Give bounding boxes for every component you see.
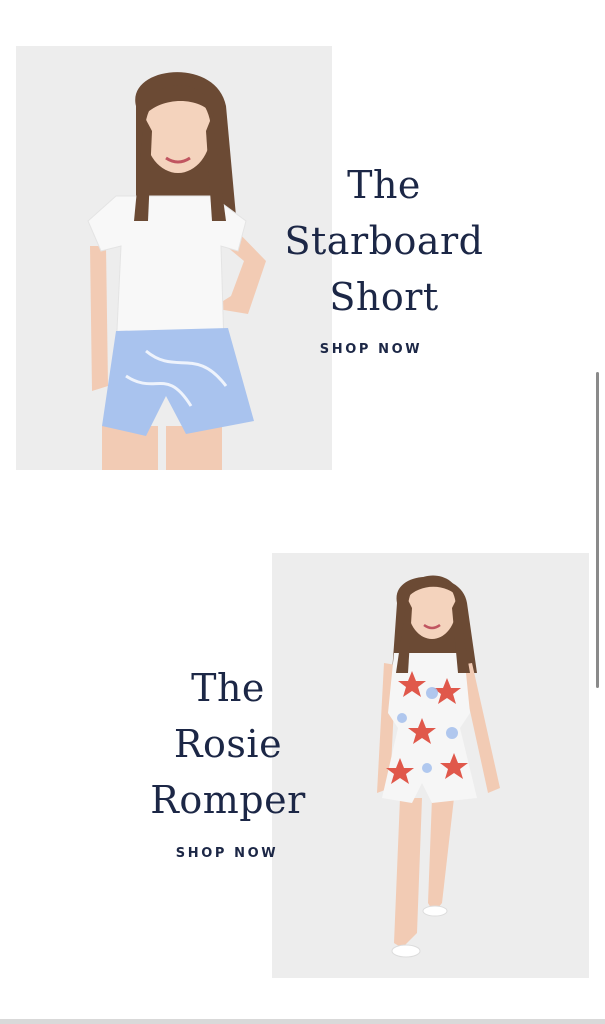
title-line: The [347,163,421,207]
title-line: The [191,666,265,710]
shop-now-link-rosie-romper[interactable]: SHOP NOW [160,846,294,861]
bottom-edge-divider [0,1019,605,1024]
vertical-scrollbar[interactable] [596,372,599,688]
title-line: Romper [150,778,306,822]
title-line: Rosie [173,722,283,766]
title-line: Starboard [284,219,484,263]
title-line: Short [329,275,439,319]
shop-now-link-starboard-short[interactable]: SHOP NOW [312,342,430,357]
starboard-short-title: The Starboard Short [262,157,506,325]
page: The Starboard Short SHOP NOW The Rosie R… [0,0,605,1024]
rosie-romper-title: The Rosie Romper [110,660,346,828]
